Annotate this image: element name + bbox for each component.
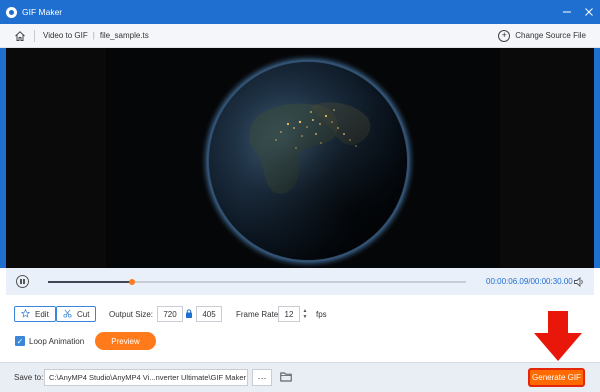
- breadcrumb-video-to-gif[interactable]: Video to GIF: [43, 31, 88, 40]
- folder-icon[interactable]: [280, 371, 292, 382]
- close-icon[interactable]: [578, 0, 600, 24]
- frame-rate-input[interactable]: 12: [278, 306, 300, 322]
- red-arrow-annotation: [534, 311, 582, 361]
- footer-bar: Save to: C:\AnyMP4 Studio\AnyMP4 Vi...nv…: [0, 362, 600, 392]
- scissors-icon: [63, 309, 72, 320]
- breadcrumb-file: file_sample.ts: [99, 31, 149, 40]
- breadcrumb-separator-icon: |: [92, 31, 95, 40]
- fps-label: fps: [316, 310, 327, 319]
- output-size-label: Output Size:: [109, 310, 154, 319]
- settings-panel: Edit Cut Output Size: 720 405 Frame Rate…: [6, 295, 594, 360]
- window-title: GIF Maker: [22, 7, 63, 17]
- cut-label: Cut: [77, 309, 90, 319]
- cut-button[interactable]: Cut: [56, 306, 97, 322]
- video-preview[interactable]: [6, 48, 594, 268]
- volume-icon[interactable]: [573, 276, 585, 288]
- plus-circle-icon: +: [498, 29, 511, 42]
- lock-icon[interactable]: [185, 308, 193, 321]
- change-source-label: Change Source File: [515, 31, 586, 40]
- loop-animation-label: Loop Animation: [29, 336, 85, 346]
- width-input[interactable]: 720: [157, 306, 183, 322]
- pause-icon[interactable]: [16, 275, 29, 288]
- save-to-label: Save to:: [14, 373, 44, 382]
- video-frame: [106, 48, 500, 268]
- earth-image: [200, 53, 416, 268]
- edit-label: Edit: [35, 309, 49, 319]
- progress-fill: [48, 281, 132, 283]
- preview-button[interactable]: Preview: [95, 332, 156, 350]
- title-bar: GIF Maker: [0, 0, 600, 24]
- playback-controls: 00:00:06.09/00:00:30.00: [6, 268, 594, 295]
- time-display: 00:00:06.09/00:00:30.00: [486, 277, 573, 286]
- right-border: [594, 48, 600, 268]
- nav-divider: [34, 29, 35, 42]
- progress-slider[interactable]: [48, 279, 466, 285]
- frame-rate-label: Frame Rate:: [236, 310, 281, 319]
- navigation-bar: Video to GIF | file_sample.ts + Change S…: [0, 24, 600, 48]
- checkbox-checked-icon[interactable]: ✓: [15, 336, 25, 346]
- change-source-file-button[interactable]: + Change Source File: [498, 29, 586, 42]
- save-path-field[interactable]: C:\AnyMP4 Studio\AnyMP4 Vi...nverter Ult…: [44, 369, 248, 386]
- stepper-down-icon[interactable]: ▼: [303, 314, 308, 320]
- home-icon[interactable]: [14, 30, 26, 42]
- height-input[interactable]: 405: [196, 306, 222, 322]
- progress-handle[interactable]: [128, 279, 135, 285]
- minimize-icon[interactable]: [556, 0, 578, 24]
- frame-rate-stepper[interactable]: ▲ ▼: [302, 307, 308, 321]
- star-wand-icon: [20, 308, 31, 320]
- generate-gif-button[interactable]: Generate GIF: [528, 368, 585, 387]
- browse-button[interactable]: ···: [252, 369, 272, 386]
- edit-button[interactable]: Edit: [14, 306, 56, 322]
- loop-animation-checkbox[interactable]: ✓ Loop Animation: [15, 336, 84, 346]
- app-logo-icon: [6, 6, 17, 18]
